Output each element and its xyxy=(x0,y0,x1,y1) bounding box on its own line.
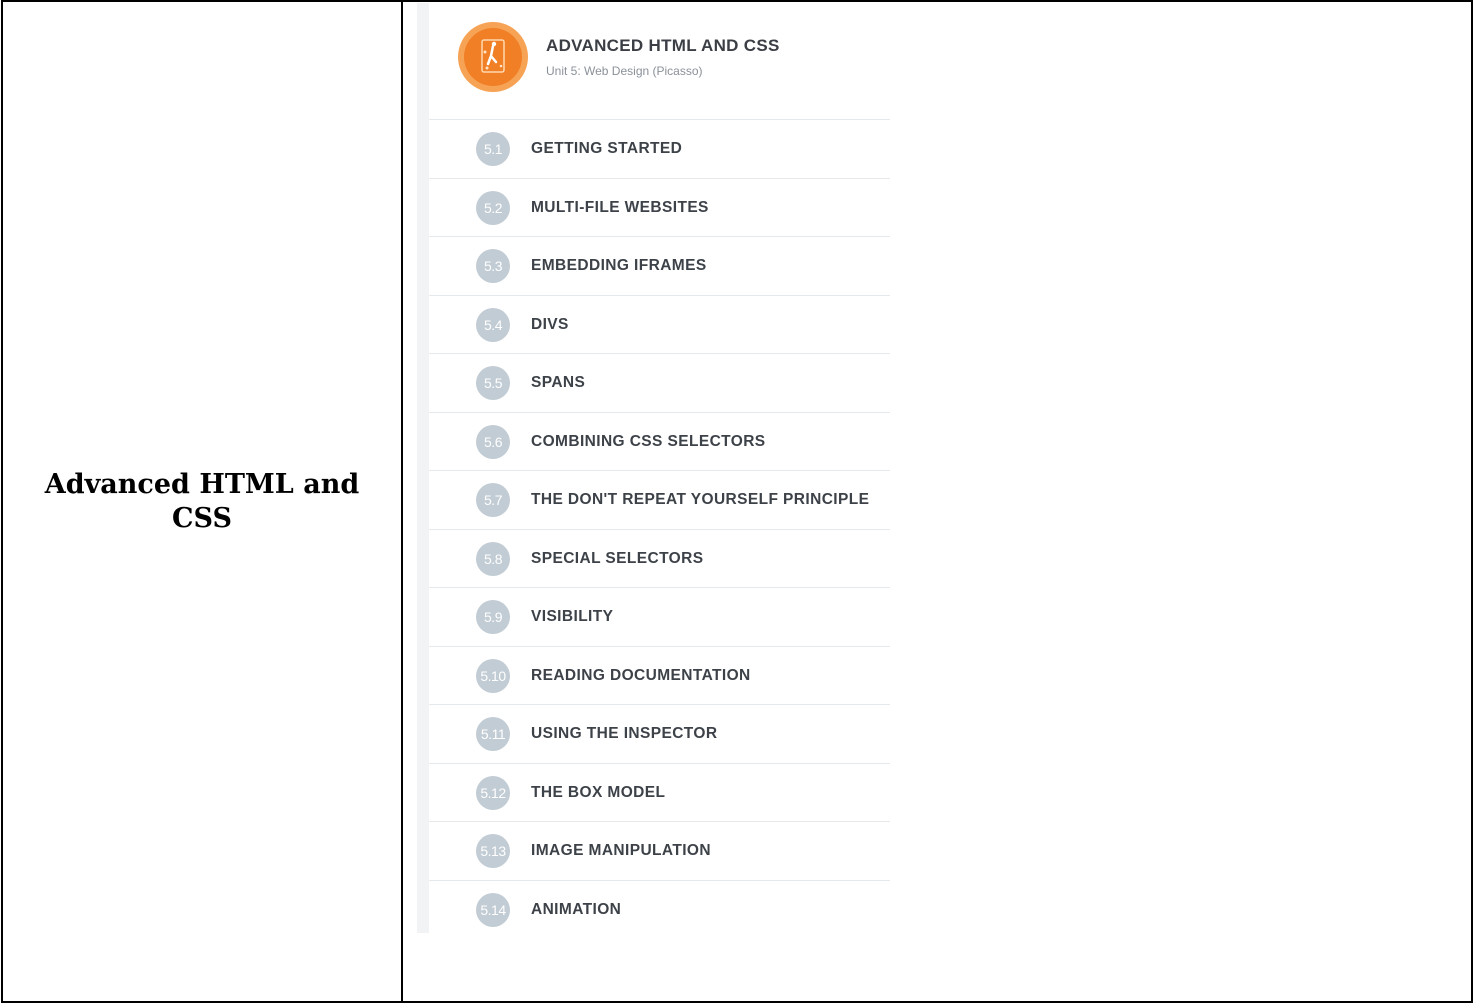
lesson-label: DIVS xyxy=(531,315,569,333)
lesson-number-badge: 5.8 xyxy=(476,541,510,576)
lesson-label: READING DOCUMENTATION xyxy=(531,666,751,684)
lesson-item[interactable]: 5.9 VISIBILITY xyxy=(429,587,890,646)
lesson-number-badge: 5.4 xyxy=(476,307,510,342)
lesson-number-badge: 5.3 xyxy=(476,249,510,283)
lesson-item[interactable]: 5.12 THE BOX MODEL xyxy=(429,762,890,822)
lesson-number-badge: 5.13 xyxy=(476,834,510,868)
lesson-item[interactable]: 5.4 DIVS xyxy=(429,294,890,354)
lesson-label: VISIBILITY xyxy=(531,608,614,625)
lesson-item[interactable]: 5.11 USING THE INSPECTOR xyxy=(429,704,890,763)
lesson-number-badge: 5.9 xyxy=(476,600,510,634)
course-unit-screenshot: ADVANCED HTML AND CSS Unit 5: Web Design… xyxy=(417,3,890,933)
lesson-item[interactable]: 5.13 IMAGE MANIPULATION xyxy=(429,821,890,880)
lesson-number-badge: 5.10 xyxy=(476,658,510,693)
lesson-item[interactable]: 5.10 READING DOCUMENTATION xyxy=(429,645,890,705)
lesson-item[interactable]: 5.8 SPECIAL SELECTORS xyxy=(429,528,890,588)
lesson-label: MULTI-FILE WEBSITES xyxy=(531,198,709,216)
lesson-number-badge: 5.5 xyxy=(476,366,510,400)
lesson-number-badge: 5.12 xyxy=(476,775,510,810)
lesson-item[interactable]: 5.2 MULTI-FILE WEBSITES xyxy=(429,177,890,237)
lesson-label: THE BOX MODEL xyxy=(531,783,666,801)
lesson-label: SPANS xyxy=(531,374,586,391)
lesson-label: SPECIAL SELECTORS xyxy=(531,549,704,567)
unit-header: ADVANCED HTML AND CSS Unit 5: Web Design… xyxy=(458,21,878,101)
lesson-item[interactable]: 5.3 EMBEDDING IFRAMES xyxy=(429,236,890,295)
lesson-number-badge: 5.14 xyxy=(476,892,510,927)
lesson-list: 5.1 GETTING STARTED 5.2 MULTI-FILE WEBSITES… xyxy=(429,119,890,938)
picasso-unit-icon xyxy=(458,22,528,92)
sidebar-stripe xyxy=(417,3,429,933)
lesson-number-badge: 5.6 xyxy=(476,424,510,459)
lesson-number-badge: 5.7 xyxy=(476,483,510,517)
lesson-label: GETTING STARTED xyxy=(531,140,683,157)
lesson-number-badge: 5.1 xyxy=(476,132,510,166)
lesson-item[interactable]: 5.14 ANIMATION xyxy=(429,879,890,939)
lesson-item[interactable]: 5.6 COMBINING CSS SELECTORS xyxy=(429,411,890,471)
lesson-label: ANIMATION xyxy=(531,900,622,918)
lesson-number-badge: 5.2 xyxy=(476,190,510,225)
lesson-label: COMBINING CSS SELECTORS xyxy=(531,432,766,450)
lesson-item[interactable]: 5.5 SPANS xyxy=(429,353,890,412)
topic-cell: Advanced HTML and CSS xyxy=(1,0,403,1003)
unit-title: ADVANCED HTML AND CSS xyxy=(546,36,780,55)
lesson-label: IMAGE MANIPULATION xyxy=(531,842,711,859)
lesson-item[interactable]: 5.7 THE DON'T REPEAT YOURSELF PRINCIPLE xyxy=(429,470,890,529)
lesson-item[interactable]: 5.1 GETTING STARTED xyxy=(429,119,890,178)
lesson-label: USING THE INSPECTOR xyxy=(531,725,718,742)
lesson-number-badge: 5.11 xyxy=(476,717,510,751)
unit-subtitle: Unit 5: Web Design (Picasso) xyxy=(546,64,703,78)
lesson-label: EMBEDDING IFRAMES xyxy=(531,257,707,274)
lesson-label: THE DON'T REPEAT YOURSELF PRINCIPLE xyxy=(531,491,870,508)
topic-title: Advanced HTML and CSS xyxy=(44,468,360,534)
